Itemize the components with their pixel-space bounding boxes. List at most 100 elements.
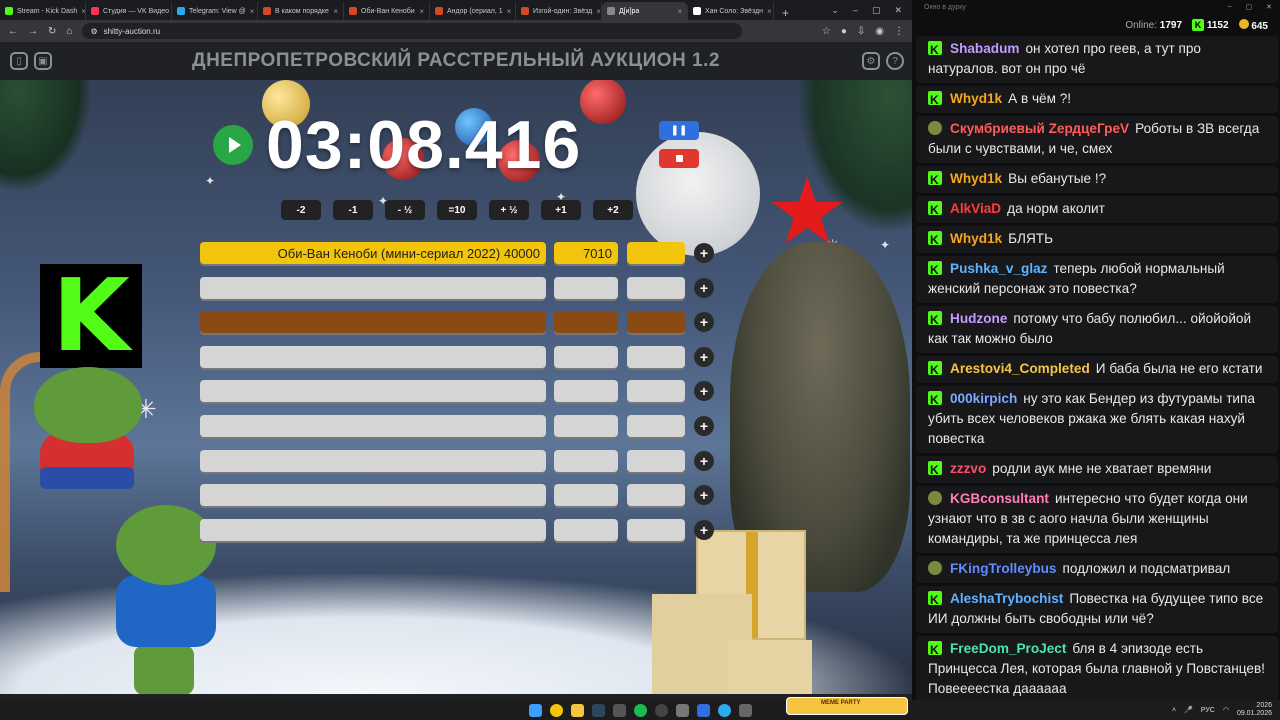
time-adjust-button[interactable]: +1 bbox=[541, 200, 581, 220]
lot-add-amount-field[interactable] bbox=[627, 518, 685, 541]
browser-tab[interactable]: Д[и]ра × bbox=[602, 2, 688, 20]
windows-start-icon[interactable] bbox=[528, 703, 542, 717]
chat-username[interactable]: zzzvo bbox=[950, 461, 986, 476]
browser-tab[interactable]: Telegram: View @ × bbox=[172, 2, 258, 20]
play-button[interactable] bbox=[213, 125, 253, 165]
time-adjust-button[interactable]: + ½ bbox=[489, 200, 529, 220]
lot-add-amount-field[interactable] bbox=[627, 380, 685, 403]
clock[interactable]: 2026 09.01.2026 bbox=[1237, 702, 1272, 718]
lot-amount-field[interactable] bbox=[554, 380, 618, 403]
save-icon[interactable]: ▣ bbox=[34, 52, 52, 70]
chat-username[interactable]: KGBconsultant bbox=[950, 491, 1049, 506]
chrome-icon[interactable] bbox=[549, 703, 563, 717]
chat-username[interactable]: Whyd1k bbox=[950, 171, 1002, 186]
meme-party-widget[interactable]: MEME PARTY bbox=[786, 697, 908, 715]
telegram-icon[interactable] bbox=[717, 703, 731, 717]
browser-tab[interactable]: Студия — VK Видео× bbox=[86, 2, 172, 20]
lot-amount-field[interactable] bbox=[554, 415, 618, 437]
add-amount-button[interactable]: + bbox=[694, 277, 714, 298]
chat-username[interactable]: FKingTrolleybus bbox=[950, 561, 1057, 576]
chat-username[interactable]: AlkViaD bbox=[950, 201, 1001, 216]
lot-amount-field[interactable] bbox=[554, 449, 618, 472]
browser-tab[interactable]: Изгой-один: Звёзд × bbox=[516, 2, 602, 20]
add-amount-button[interactable]: + bbox=[694, 485, 714, 506]
add-amount-button[interactable]: + bbox=[694, 519, 714, 540]
obs-icon[interactable] bbox=[654, 703, 668, 717]
browser-tab[interactable]: Хан Соло: Звёздн × bbox=[688, 2, 774, 20]
time-adjust-button[interactable]: =10 bbox=[437, 200, 477, 220]
browser-tab[interactable]: Stream - Kick Dash × bbox=[0, 2, 86, 20]
tab-close-icon[interactable]: × bbox=[767, 7, 772, 16]
lot-add-amount-field[interactable] bbox=[627, 276, 685, 299]
lot-name-field[interactable] bbox=[200, 380, 546, 403]
home-icon[interactable]: ⌂ bbox=[66, 26, 72, 37]
explorer-icon[interactable] bbox=[570, 703, 584, 717]
lot-name-field[interactable] bbox=[200, 276, 546, 299]
maximize-icon[interactable]: ▢ bbox=[1246, 3, 1253, 11]
sidebar-toggle-icon[interactable]: ▯ bbox=[10, 52, 28, 70]
browser-tab[interactable]: В каком порядке × bbox=[258, 2, 344, 20]
spotify-icon[interactable] bbox=[633, 703, 647, 717]
lot-amount-field[interactable] bbox=[554, 276, 618, 299]
stop-button[interactable] bbox=[659, 149, 699, 168]
add-amount-button[interactable]: + bbox=[694, 416, 714, 436]
tab-close-icon[interactable]: × bbox=[419, 7, 424, 16]
chat-username[interactable]: Shabadum bbox=[950, 41, 1020, 56]
lot-amount-field[interactable] bbox=[554, 518, 618, 541]
chat-username[interactable]: Hudzone bbox=[950, 311, 1007, 326]
media-player-icon[interactable] bbox=[696, 703, 710, 717]
reload-icon[interactable]: ↻ bbox=[48, 26, 56, 37]
time-adjust-button[interactable]: - ½ bbox=[385, 200, 425, 220]
wifi-icon[interactable]: ◠ bbox=[1223, 706, 1229, 714]
chat-username[interactable]: Arestovi4_Completed bbox=[950, 361, 1090, 376]
lot-name-field[interactable] bbox=[200, 518, 546, 541]
bookmark-star-icon[interactable]: ☆ bbox=[822, 26, 831, 37]
tab-close-icon[interactable]: × bbox=[596, 7, 601, 16]
lot-name-field[interactable] bbox=[200, 415, 546, 437]
app-icon[interactable] bbox=[612, 703, 626, 717]
forward-icon[interactable]: → bbox=[28, 26, 38, 37]
help-icon[interactable]: ? bbox=[886, 52, 904, 70]
chat-username[interactable]: Pushka_v_glaz bbox=[950, 261, 1047, 276]
lot-name-field[interactable]: Оби-Ван Кеноби (мини-сериал 2022) 40000 bbox=[200, 242, 546, 264]
minimize-icon[interactable]: – bbox=[1228, 3, 1232, 11]
lot-name-field[interactable] bbox=[200, 449, 546, 472]
lot-amount-field[interactable]: 7010 bbox=[554, 242, 618, 264]
settings-gear-icon[interactable]: ⚙ bbox=[862, 52, 880, 70]
lot-name-field[interactable] bbox=[200, 484, 546, 507]
minimize-icon[interactable]: – bbox=[853, 5, 858, 15]
time-adjust-button[interactable]: +2 bbox=[593, 200, 633, 220]
chevron-up-icon[interactable]: ˄ bbox=[1172, 707, 1176, 714]
add-amount-button[interactable]: + bbox=[694, 312, 714, 333]
tab-close-icon[interactable]: × bbox=[250, 7, 255, 16]
app-icon[interactable] bbox=[675, 703, 689, 717]
mic-icon[interactable]: 🎤 bbox=[1184, 706, 1193, 714]
lot-add-amount-field[interactable] bbox=[627, 484, 685, 507]
time-adjust-button[interactable]: -1 bbox=[333, 200, 373, 220]
lot-add-amount-field[interactable] bbox=[627, 345, 685, 368]
chat-username[interactable]: Whyd1k bbox=[950, 231, 1002, 246]
pause-button[interactable]: ❚❚ bbox=[659, 121, 699, 140]
browser-tab[interactable]: Оби-Ван Кеноби × bbox=[344, 2, 430, 20]
add-amount-button[interactable]: + bbox=[694, 243, 714, 263]
app-icon[interactable] bbox=[738, 703, 752, 717]
close-icon[interactable]: ✕ bbox=[894, 5, 902, 16]
lot-add-amount-field[interactable] bbox=[627, 311, 685, 334]
chat-username[interactable]: Whyd1k bbox=[950, 91, 1002, 106]
url-field[interactable]: ⚙ shitty-auction.ru bbox=[82, 23, 743, 39]
lot-name-field[interactable] bbox=[200, 345, 546, 368]
tab-search-icon[interactable]: ⌄ bbox=[831, 5, 839, 16]
download-icon[interactable]: ⇩ bbox=[857, 26, 865, 37]
new-tab-icon[interactable]: + bbox=[774, 6, 797, 20]
lot-amount-field[interactable] bbox=[554, 345, 618, 368]
menu-icon[interactable]: ⋮ bbox=[894, 26, 904, 37]
lot-add-amount-field[interactable] bbox=[627, 242, 685, 264]
back-icon[interactable]: ← bbox=[8, 26, 18, 37]
add-amount-button[interactable]: + bbox=[694, 346, 714, 367]
maximize-icon[interactable]: ▢ bbox=[872, 5, 881, 16]
language-indicator[interactable]: РУС bbox=[1201, 707, 1215, 714]
profile-icon[interactable]: ◉ bbox=[875, 26, 884, 37]
chat-username[interactable]: AleshaTrybochist bbox=[950, 591, 1063, 606]
lot-amount-field[interactable] bbox=[554, 484, 618, 507]
tab-close-icon[interactable]: × bbox=[677, 7, 682, 16]
